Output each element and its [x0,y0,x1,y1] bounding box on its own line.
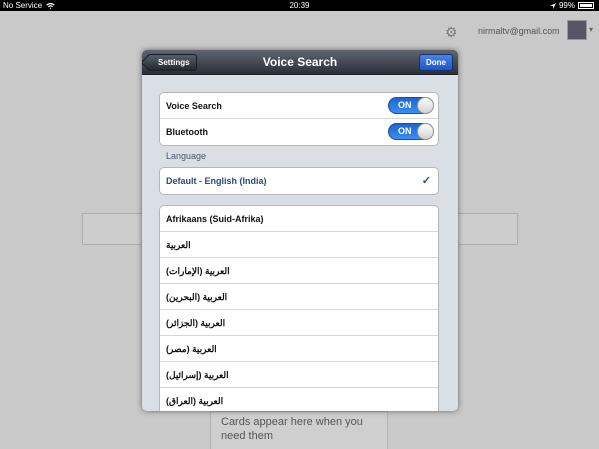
status-bar: No Service 20:39 99% [0,0,599,11]
settings-back-button[interactable]: Settings [147,54,197,71]
voice-search-row: Voice Search ON [160,93,438,119]
toggle-state: ON [398,126,412,136]
card-placeholder: Cards appear here when you need them [210,411,388,449]
language-label: العربية (البحرين) [166,292,228,302]
avatar[interactable] [567,20,587,40]
selected-language-label: Default - English (India) [166,176,267,186]
toggle-knob [417,123,434,140]
card-text: Cards appear here when you need them [221,416,363,442]
list-item[interactable]: Afrikaans (Suid-Afrika) [160,206,438,232]
language-label: العربية (العراق) [166,396,224,406]
list-item[interactable]: العربية (إسرائيل) [160,362,438,388]
list-item[interactable]: العربية (الإمارات) [160,258,438,284]
voice-search-toggle[interactable]: ON [388,97,434,114]
checkmark-icon: ✓ [421,175,431,187]
list-item[interactable]: العربية [160,232,438,258]
list-item[interactable]: العربية (العراق) [160,388,438,411]
language-label: العربية (الجزائر) [166,318,226,328]
toggle-state: ON [398,100,412,110]
gear-icon[interactable]: ⚙ [445,24,458,41]
clock: 20:39 [289,1,310,10]
bluetooth-label: Bluetooth [166,127,208,137]
bluetooth-row: Bluetooth ON [160,119,438,145]
battery-percent: 99% [558,1,575,10]
account-email[interactable]: nirmaltv@gmail.com [478,26,560,36]
battery-icon [578,2,594,9]
toggle-knob [417,97,434,114]
done-button[interactable]: Done [419,54,453,71]
language-label: العربية (مصر) [166,344,217,354]
voice-search-label: Voice Search [166,101,222,111]
voice-search-modal: Voice Search Settings Done Voice Search … [142,50,458,411]
location-icon [549,2,556,9]
toggle-group: Voice Search ON Bluetooth ON [159,92,439,146]
language-label: العربية (الإمارات) [166,266,230,276]
language-label: العربية (إسرائيل) [166,370,229,380]
chevron-down-icon[interactable]: ▾ [589,25,593,34]
nav-bar: Voice Search Settings Done [142,50,458,75]
selected-language-row[interactable]: Default - English (India) ✓ [160,168,438,194]
language-label: العربية [166,240,191,250]
bluetooth-toggle[interactable]: ON [388,123,434,140]
language-label: Afrikaans (Suid-Afrika) [166,214,264,224]
language-section-label: Language [166,151,207,161]
list-item[interactable]: العربية (البحرين) [160,284,438,310]
language-list[interactable]: Afrikaans (Suid-Afrika) العربية العربية … [159,205,439,411]
list-item[interactable]: العربية (الجزائر) [160,310,438,336]
list-item[interactable]: العربية (مصر) [160,336,438,362]
selected-language-group: Default - English (India) ✓ [159,167,439,195]
